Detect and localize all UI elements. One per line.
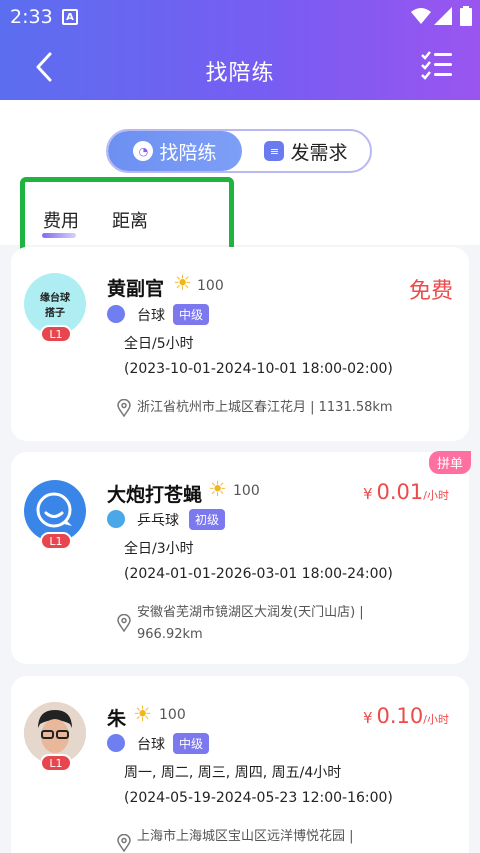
coach-name: 大炮打苍蝇 [107,484,203,506]
location: 上海市上海城区宝山区远洋博悦花园 | [137,826,437,848]
skill-level-tag: 中级 [173,733,210,754]
date-range: (2024-05-19-2024-05-23 12:00-16:00) [124,790,393,806]
availability: 全日/5小时 [124,336,194,352]
coach-name: 黄副官 [107,278,165,300]
coach-score: 100 [233,483,260,499]
price: ¥0.01/小时 [363,480,449,504]
price-value: 0.10 [376,704,424,728]
coach-name: 朱 [107,708,127,730]
sun-icon: ☀ [173,271,192,295]
date-range: (2024-01-01-2026-03-01 18:00-24:00) [124,566,393,582]
skill-level-tag: 初级 [189,509,226,530]
billiards-icon [107,734,125,752]
price-value: 0.01 [376,480,424,504]
price-unit: /小时 [423,489,449,502]
level-badge: L1 [40,754,72,772]
coach-card[interactable]: 缘台球 搭子 L1 黄副官 ☀ 100 免费 台球 中级 全日/5小时 (202… [11,247,469,441]
sun-icon: ☀ [208,477,227,501]
avatar-text: 搭子 [45,308,65,319]
tab-find-coach[interactable]: ◔ 找陪练 [108,131,242,171]
group-order-badge: 拼单 [428,451,471,474]
location-line: 上海市上海城区宝山区远洋博悦花园 | [137,829,354,844]
sport-name: 乒乓球 [137,513,179,529]
document-icon: ≡ [264,141,285,161]
price-unit: /小时 [423,713,449,726]
level-badge: L1 [40,325,72,343]
status-bar: 2:33 A [0,0,480,34]
coach-score: 100 [197,278,224,294]
sun-icon: ☀ [133,702,152,726]
availability: 周一, 周二, 周三, 周四, 周五/4小时 [124,765,342,781]
coach-card[interactable]: L1 朱 ☀ 100 ¥0.10/小时 台球 中级 周一, 周二, 周三, 周四… [11,676,469,853]
location-line: 966.92km [137,627,203,642]
billiards-icon [107,305,125,323]
currency: ¥ [362,709,373,727]
sport-name: 台球 [137,308,165,324]
avatar[interactable]: 缘台球 搭子 L1 [24,273,86,343]
battery-icon [460,6,472,26]
tab-post-request[interactable]: ≡ 发需求 [242,131,370,171]
sort-by-fee[interactable]: 费用 [43,207,79,233]
mode-segment: ◔ 找陪练 ≡ 发需求 [106,129,372,173]
page-title: 找陪练 [205,61,275,86]
wifi-icon [411,8,431,24]
menu-list-icon[interactable] [420,50,454,80]
sort-active-indicator [42,233,76,238]
avatar-text: 缘台球 [40,293,70,304]
find-coach-icon: ◔ [133,141,154,161]
availability: 全日/3小时 [124,541,194,557]
location-pin-icon [117,834,131,852]
level-badge: L1 [40,532,72,550]
location-line: 安徽省芜湖市镜湖区大润发(天门山店) | [137,605,364,620]
signal-icon [434,7,452,25]
location-pin-icon [117,614,131,632]
location: 浙江省杭州市上城区春江花月 | 1131.58km [137,400,393,415]
coach-score: 100 [159,707,186,723]
status-time: 2:33 [10,6,53,28]
avatar[interactable]: L1 [24,480,86,550]
tab-post-request-label: 发需求 [290,141,348,164]
price: ¥0.10/小时 [363,704,449,728]
tab-find-coach-label: 找陪练 [159,141,217,164]
sport-name: 台球 [137,737,165,753]
location: 安徽省芜湖市镜湖区大润发(天门山店) | 966.92km [137,602,437,646]
location-pin-icon [117,399,131,417]
ping-pong-icon [107,510,125,528]
coach-card[interactable]: 拼单 L1 大炮打苍蝇 ☀ 100 ¥0.01/小时 乒乓球 初级 全日/3小时… [11,451,471,664]
currency: ¥ [362,485,373,503]
sort-by-distance[interactable]: 距离 [112,207,148,233]
date-range: (2023-10-01-2024-10-01 18:00-02:00) [124,361,393,377]
app-notification-icon: A [62,9,78,25]
app-header: 2:33 A 找陪练 [0,0,480,100]
skill-level-tag: 中级 [173,304,210,325]
price: 免费 [408,279,453,304]
avatar[interactable]: L1 [24,702,86,772]
